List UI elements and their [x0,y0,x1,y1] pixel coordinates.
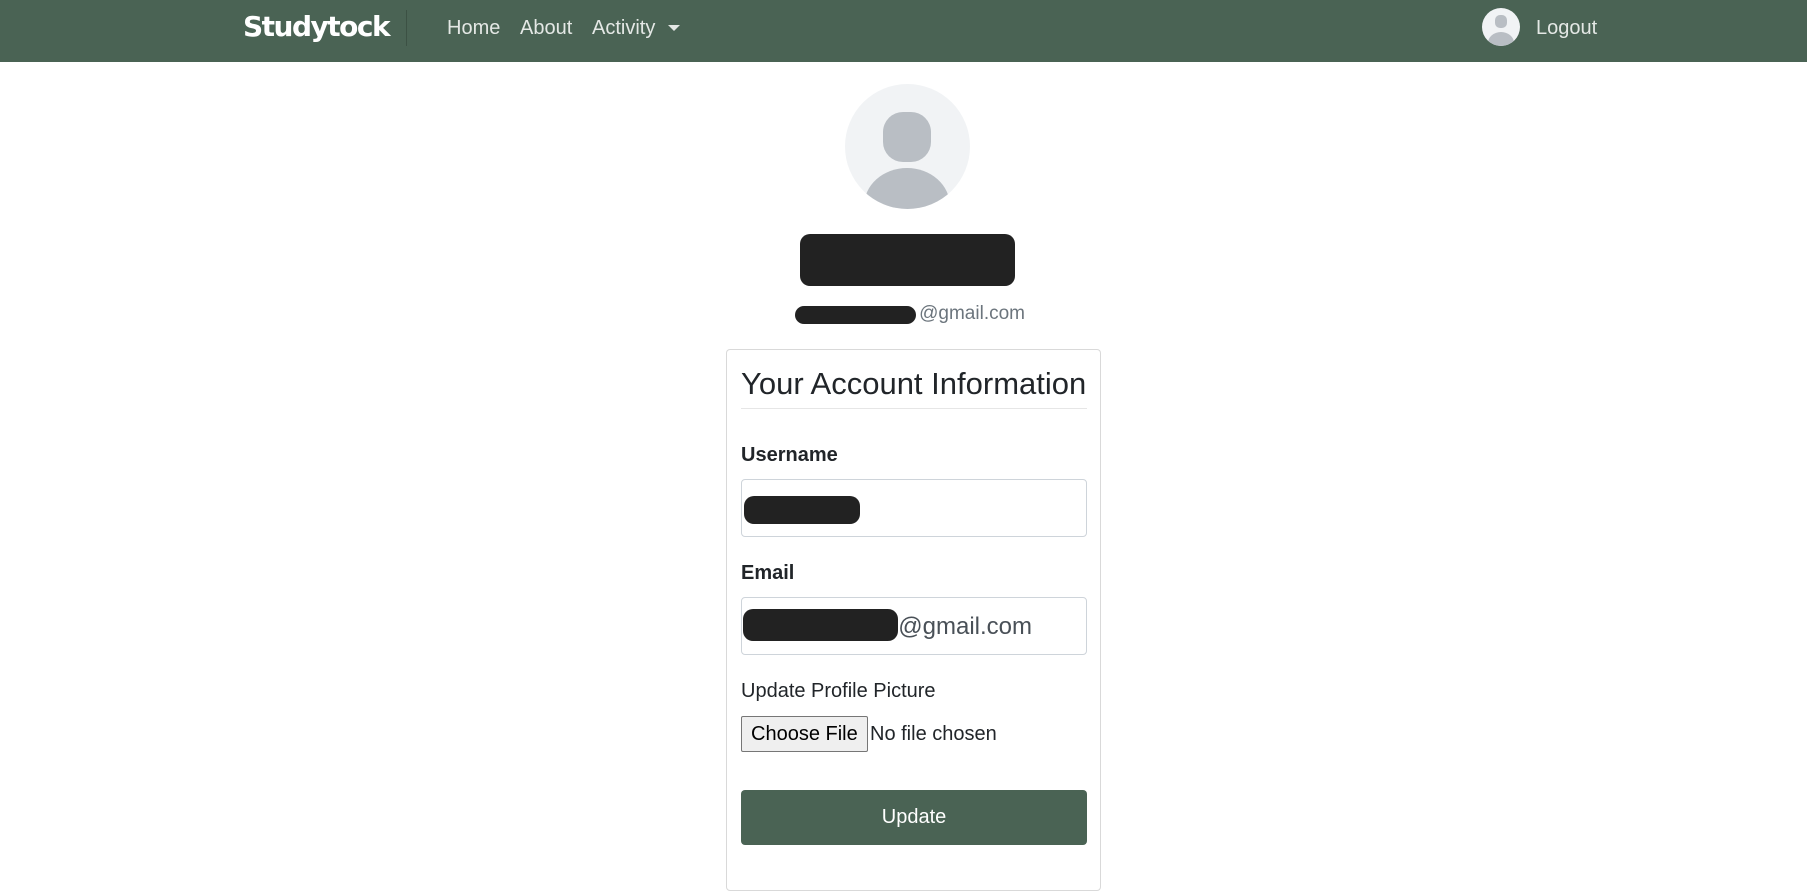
redacted-email-prefix [795,306,916,324]
logout-link[interactable]: Logout [1536,17,1597,40]
card-divider [741,408,1087,409]
email-label: Email [741,562,795,584]
caret-down-icon[interactable] [668,25,680,31]
username-label: Username [741,444,838,466]
navbar-divider [406,10,407,46]
file-status-text: No file chosen [870,723,997,745]
update-button[interactable]: Update [741,790,1087,845]
profile-picture-label: Update Profile Picture [741,680,936,702]
nav-activity-dropdown[interactable]: Activity [592,17,655,40]
username-input[interactable] [741,479,1087,537]
nav-about-link[interactable]: About [520,17,572,40]
brand-logo[interactable]: Studytock [243,10,391,43]
choose-file-button[interactable]: Choose File [741,716,868,752]
email-input-value: @gmail.com [898,613,1032,640]
top-navbar: Studytock Home About Activity Logout [0,0,1807,62]
card-title: Your Account Information [741,366,1087,401]
nav-home-link[interactable]: Home [447,17,500,40]
redacted-email-local-part [743,609,898,641]
email-input[interactable]: @gmail.com [741,597,1087,655]
profile-avatar-icon [845,84,970,209]
redacted-username [744,496,860,524]
redacted-profile-name [800,234,1015,286]
nav-user-avatar-icon[interactable] [1482,8,1520,46]
account-info-card: Your Account Information Username Email … [726,349,1101,891]
